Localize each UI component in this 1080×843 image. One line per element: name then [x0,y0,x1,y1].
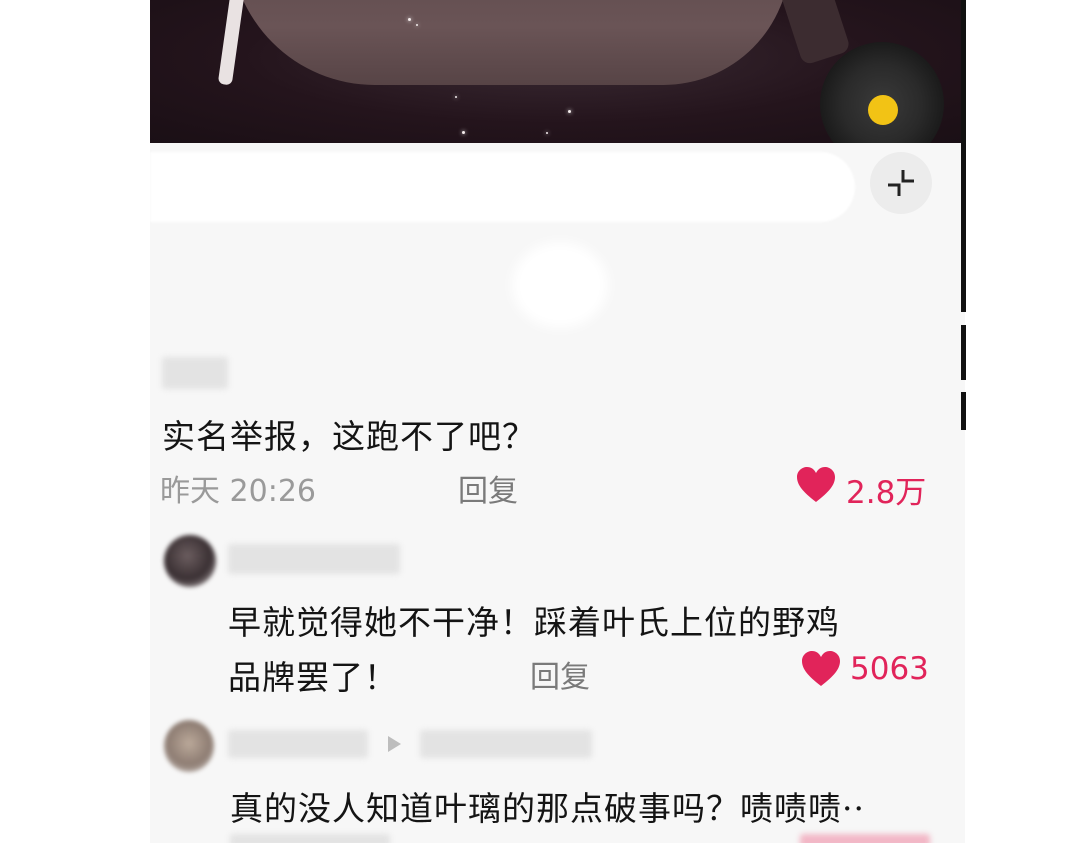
video-figure [230,0,790,85]
sparkle [546,132,548,134]
like-partial [800,834,930,843]
comment-text: 真的没人知道叶璃的那点破事吗？啧啧啧·· [230,789,865,828]
video-figure-hair [778,0,852,66]
blurred-emoji-icon [512,242,608,328]
heart-icon[interactable] [800,650,842,688]
sparkle [408,18,411,21]
video-player[interactable] [150,0,965,143]
comment-text: 实名举报，这跑不了吧？ [162,417,536,456]
sparkle [455,96,457,98]
comment-text-line2: 品牌罢了！ [228,658,398,697]
username-blurred [420,730,592,758]
reply-button[interactable]: 回复 [458,466,518,510]
frame-edge [961,392,966,430]
frame-edge [961,325,966,380]
comment-panel: 实名举报，这跑不了吧？ 昨天 20:26 回复 2.8万 早就觉得她不干净！踩着… [150,0,965,843]
comment-input-bar[interactable] [150,152,855,222]
avatar[interactable] [164,720,214,772]
collapse-arrows-icon [888,170,914,196]
timestamp-partial [230,834,390,843]
like-count: 5063 [850,651,929,687]
comment-text-line1: 早就觉得她不干净！踩着叶氏上位的野鸡 [228,603,840,642]
username-blurred [228,730,368,758]
reply-button[interactable]: 回复 [530,652,590,696]
collapse-button[interactable] [870,152,932,214]
like-count: 2.8万 [846,475,927,511]
video-figure-edge [217,0,247,86]
sparkle [462,131,465,134]
music-disc-center [868,95,898,125]
comment-timestamp: 昨天 20:26 [160,474,316,509]
music-disc-icon[interactable] [820,42,944,143]
avatar[interactable] [164,535,216,587]
heart-icon[interactable] [795,466,837,504]
sparkle [568,110,571,113]
frame-edge [961,0,966,312]
username-blurred [228,544,400,574]
sparkle [416,24,418,26]
username-blurred [162,357,228,389]
triangle-right-icon [388,736,401,752]
